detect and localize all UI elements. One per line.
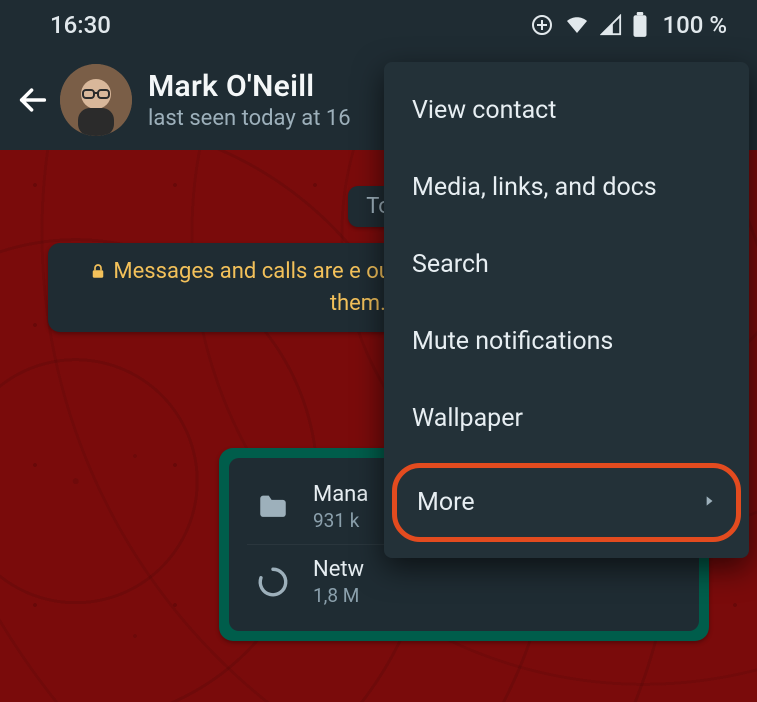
menu-media-links[interactable]: Media, links, and docs [384, 149, 749, 226]
status-bar: 16:30 100 % [0, 0, 757, 50]
contact-name: Mark O'Neill [148, 69, 351, 104]
download-progress-icon [251, 560, 295, 604]
battery-percent: 100 % [662, 11, 727, 39]
lock-icon [89, 259, 107, 289]
file-size: 931 k [313, 509, 368, 532]
menu-mute[interactable]: Mute notifications [384, 303, 749, 380]
overflow-menu: View contact Media, links, and docs Sear… [384, 62, 749, 558]
battery-icon [632, 12, 648, 38]
chevron-right-icon [702, 488, 716, 517]
status-icons: 100 % [530, 11, 727, 39]
clock: 16:30 [50, 11, 111, 39]
file-name: Netw [313, 557, 364, 582]
file-size: 1,8 M [313, 584, 364, 607]
menu-view-contact[interactable]: View contact [384, 72, 749, 149]
last-seen-text: last seen today at 16 [148, 106, 351, 131]
contact-avatar[interactable] [60, 64, 132, 136]
wifi-icon [564, 13, 590, 37]
menu-wallpaper[interactable]: Wallpaper [384, 380, 749, 457]
signal-icon [600, 14, 622, 36]
contact-name-block[interactable]: Mark O'Neill last seen today at 16 [148, 69, 351, 131]
data-saver-icon [530, 13, 554, 37]
back-button[interactable] [16, 83, 50, 117]
file-name: Mana [313, 482, 368, 507]
folder-icon [251, 485, 295, 529]
menu-search[interactable]: Search [384, 226, 749, 303]
menu-more[interactable]: More [392, 463, 741, 542]
